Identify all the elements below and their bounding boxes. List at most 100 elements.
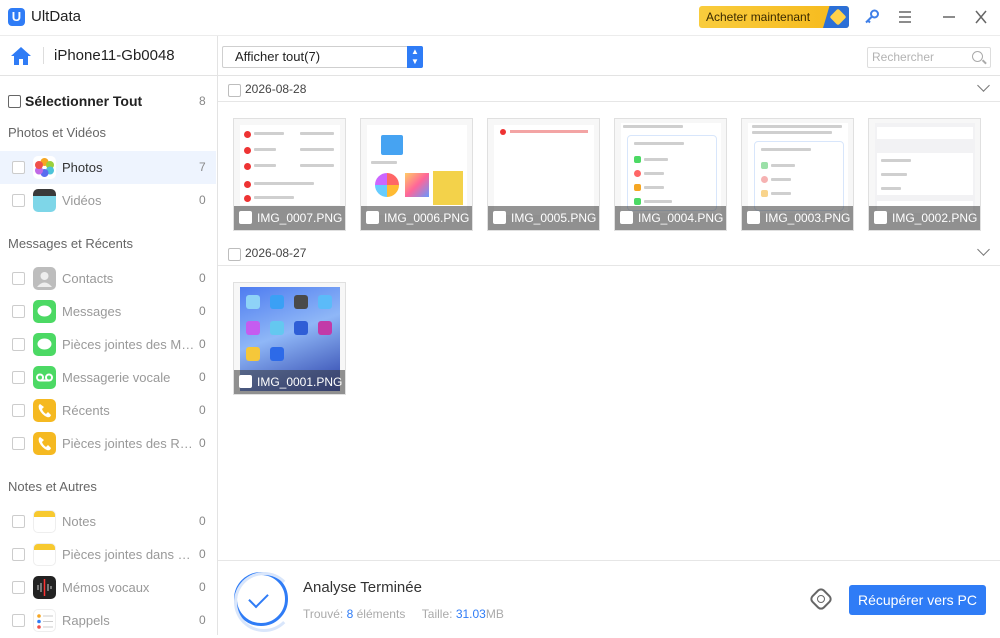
menu-icon[interactable]	[896, 8, 914, 26]
chevron-down-icon[interactable]	[977, 79, 990, 92]
size-label: Taille:	[421, 607, 453, 621]
thumbnail-checkbox[interactable]	[874, 211, 887, 224]
search-icon[interactable]	[972, 51, 983, 62]
sidebar-item-voice-memos[interactable]: Mémos vocaux 0	[0, 571, 216, 604]
checkbox[interactable]	[12, 548, 25, 561]
file-name: IMG_0001.PNG	[257, 375, 343, 389]
found-label: Trouvé:	[303, 607, 344, 621]
select-all-box[interactable]	[8, 95, 21, 108]
home-icon[interactable]	[10, 46, 32, 66]
sidebar-item-count: 0	[199, 193, 206, 207]
photo-thumbnail[interactable]: IMG_0003.PNG	[741, 118, 854, 231]
photo-thumbnail[interactable]: IMG_0002.PNG	[868, 118, 981, 231]
thumbnail-checkbox[interactable]	[239, 375, 252, 388]
title-bar: U UltData Acheter maintenant	[0, 0, 1000, 36]
sidebar-item-label: Messages	[62, 304, 122, 319]
checkbox[interactable]	[12, 272, 25, 285]
photo-thumbnail[interactable]: IMG_0001.PNG	[233, 282, 346, 395]
sidebar-item-photos[interactable]: Photos 7	[0, 151, 216, 184]
sidebar-item-message-attachments[interactable]: Pièces jointes des Messages 0	[0, 328, 216, 361]
select-all-checkbox[interactable]: Sélectionner Tout	[8, 93, 142, 109]
diamond-icon	[823, 6, 849, 28]
date-group-checkbox[interactable]	[228, 84, 241, 97]
category-photos-videos: Photos et Vidéos	[8, 125, 107, 140]
message-attachments-icon	[33, 333, 56, 356]
sidebar-item-label: Pièces jointes dans Notes	[62, 547, 198, 562]
sidebar-item-contacts[interactable]: Contacts 0	[0, 262, 216, 295]
thumbnail-checkbox[interactable]	[620, 211, 633, 224]
sidebar-item-notes-attachments[interactable]: Pièces jointes dans Notes 0	[0, 538, 216, 571]
photo-thumbnail[interactable]: IMG_0005.PNG	[487, 118, 600, 231]
thumbnail-checkbox[interactable]	[747, 211, 760, 224]
sidebar-item-reminders[interactable]: Rappels 0	[0, 604, 216, 637]
thumbnail-checkbox[interactable]	[493, 211, 506, 224]
analysis-summary: Trouvé: 8 éléments Taille: 31.03MB	[303, 607, 504, 621]
sidebar-item-label: Messagerie vocale	[62, 370, 171, 385]
check-circle-icon	[234, 572, 294, 632]
thumbnail-checkbox[interactable]	[366, 211, 379, 224]
settings-gear-icon[interactable]	[808, 586, 834, 612]
checkbox[interactable]	[12, 614, 25, 627]
file-name: IMG_0007.PNG	[257, 211, 343, 225]
checkbox[interactable]	[12, 161, 25, 174]
notes-attachments-icon	[33, 543, 56, 566]
buy-now-button[interactable]: Acheter maintenant	[699, 6, 849, 28]
category-messages-recents: Messages et Récents	[8, 236, 134, 251]
sidebar-item-messages[interactable]: Messages 0	[0, 295, 216, 328]
key-icon[interactable]	[863, 8, 881, 26]
group-date: 2026-08-28	[245, 82, 307, 96]
select-all-label: Sélectionner Tout	[25, 93, 143, 109]
thumbnail-checkbox[interactable]	[239, 211, 252, 224]
search-input[interactable]: Rechercher	[867, 47, 991, 68]
checkbox[interactable]	[12, 305, 25, 318]
checkbox[interactable]	[12, 404, 25, 417]
file-name: IMG_0004.PNG	[638, 211, 724, 225]
dropdown-arrows-icon: ▲ ▼	[407, 46, 423, 68]
checkbox[interactable]	[12, 338, 25, 351]
photo-thumbnail[interactable]: IMG_0004.PNG	[614, 118, 727, 231]
photo-thumbnail[interactable]: IMG_0006.PNG	[360, 118, 473, 231]
filter-dropdown[interactable]: Afficher tout(7) ▲ ▼	[222, 46, 423, 68]
sidebar-item-count: 0	[199, 436, 206, 450]
sidebar-item-recent-attachments[interactable]: Pièces jointes des Récents 0	[0, 427, 216, 460]
thumbnail-caption: IMG_0007.PNG	[234, 206, 345, 230]
contacts-icon	[33, 267, 56, 290]
thumbnail-caption: IMG_0003.PNG	[742, 206, 853, 230]
notes-icon	[33, 510, 56, 533]
checkbox[interactable]	[12, 581, 25, 594]
close-icon[interactable]	[972, 8, 990, 26]
checkbox[interactable]	[12, 437, 25, 450]
date-group-header[interactable]: 2026-08-28	[218, 76, 1000, 102]
status-bar: Analyse Terminée Trouvé: 8 éléments Tail…	[218, 560, 1000, 635]
checkbox[interactable]	[12, 194, 25, 207]
device-toolbar: iPhone11-Gb0048	[0, 36, 1000, 76]
messages-icon	[33, 300, 56, 323]
filter-value: Afficher tout(7)	[235, 49, 321, 64]
sidebar-item-label: Récents	[62, 403, 110, 418]
sidebar-item-voicemail[interactable]: Messagerie vocale 0	[0, 361, 216, 394]
sidebar-item-label: Photos	[62, 160, 103, 175]
thumbnail-caption: IMG_0002.PNG	[869, 206, 980, 230]
checkbox[interactable]	[12, 515, 25, 528]
recent-attachments-icon	[33, 432, 56, 455]
file-name: IMG_0003.PNG	[765, 211, 851, 225]
device-name: iPhone11-Gb0048	[43, 47, 175, 64]
search-placeholder: Rechercher	[872, 50, 935, 64]
date-group-checkbox[interactable]	[228, 248, 241, 261]
sidebar-item-videos[interactable]: Vidéos 0	[0, 184, 216, 217]
sidebar-item-label: Rappels	[62, 613, 110, 628]
thumbnail-caption: IMG_0006.PNG	[361, 206, 472, 230]
sidebar-item-label: Vidéos	[62, 193, 102, 208]
app-title: UltData	[31, 8, 82, 25]
minimize-icon[interactable]	[940, 8, 958, 26]
sidebar-item-recents[interactable]: Récents 0	[0, 394, 216, 427]
sidebar-item-count: 0	[199, 271, 206, 285]
chevron-down-icon[interactable]	[977, 243, 990, 256]
sidebar-item-label: Contacts	[62, 271, 114, 286]
sidebar-item-notes[interactable]: Notes 0	[0, 505, 216, 538]
sidebar-item-label: Notes	[62, 514, 96, 529]
photo-thumbnail[interactable]: IMG_0007.PNG	[233, 118, 346, 231]
checkbox[interactable]	[12, 371, 25, 384]
date-group-header[interactable]: 2026-08-27	[218, 240, 1000, 266]
recover-to-pc-button[interactable]: Récupérer vers PC	[849, 585, 986, 615]
